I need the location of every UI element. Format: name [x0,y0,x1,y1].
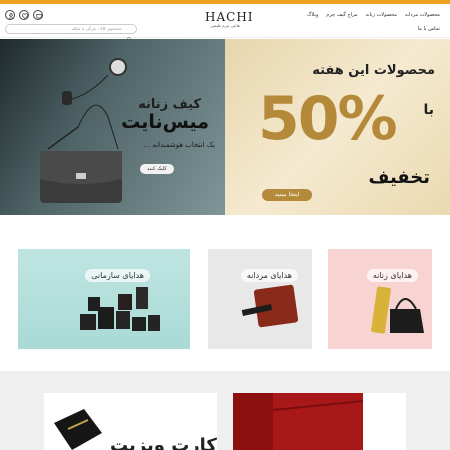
womens-gifts-image [371,286,424,334]
wishlist-icon[interactable] [19,10,29,20]
discount-percent: 50% [258,84,398,154]
search-input[interactable]: جستجوی کالا ، ناپرگر، یا مقاله [5,24,137,42]
category-card-women[interactable]: هدایای زنانه [328,249,432,349]
category-card-corporate[interactable]: هدایای سازمانی [18,249,190,349]
promo-title: کارت ویزیت [110,435,217,450]
hero-banner-bag[interactable]: کیف زنانه میس‌نایت یک انتخاب هوشمندانه .… [0,39,225,215]
hero-cta-button[interactable]: کلیک کنید [140,164,174,174]
logo-text: HACHI [205,10,254,24]
nav-item-gift[interactable]: مراح گیف چرم [326,12,357,18]
hero-banner-discount[interactable]: محصولات این هفته با 50% تخفیف اینجا ببین… [225,39,450,215]
nav-item-women[interactable]: محصولات زنانه [366,12,397,18]
nav-item-contact[interactable]: تماس با ما [418,26,440,32]
discount-headline: محصولات این هفته [312,63,435,78]
category-label-corporate: هدایای سازمانی [85,269,150,282]
nav-item-men[interactable]: محصولات مردانه [405,12,440,18]
hero-title-2: میس‌نایت [121,111,209,133]
hero-subtitle: یک انتخاب هوشمندانه ... [143,141,215,149]
mens-gifts-image [241,284,299,328]
discount-cta-button[interactable]: اینجا ببینید [262,189,312,201]
cart-icon[interactable] [33,10,43,20]
category-label-women: هدایای زنانه [366,269,418,282]
main-nav: محصولات مردانه محصولات زنانه مراح گیف چر… [307,12,440,18]
user-icon[interactable] [5,10,15,20]
hero-title-1: کیف زنانه [138,97,201,112]
nav-item-blog[interactable]: وبلاگ [307,12,318,18]
discount-with: با [423,102,434,118]
logo[interactable]: HACHI هاچی چرم طبیعی [205,10,254,28]
logo-subtitle: هاچی چرم طبیعی [210,23,240,28]
wallet-image [233,393,364,450]
promo-card-wallet[interactable] [233,393,406,450]
header: جستجوی کالا ، ناپرگر، یا مقاله HACHI هاچ… [0,4,450,42]
corporate-gifts-image [80,287,160,331]
category-card-men[interactable]: هدایای مردانه [208,249,312,349]
search-placeholder: جستجوی کالا ، ناپرگر، یا مقاله [71,26,122,31]
promo-card-business-card[interactable]: کارت ویزیت [44,393,217,450]
category-label-men: هدایای مردانه [240,269,298,282]
discount-off: تخفیف [368,167,430,188]
